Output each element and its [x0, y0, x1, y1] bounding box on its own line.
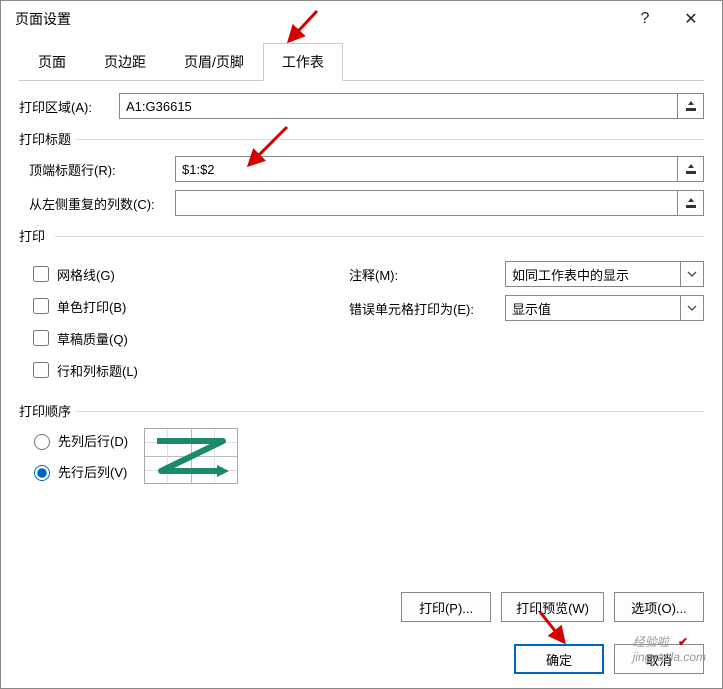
help-button[interactable]: ?	[622, 1, 668, 37]
order-down-over-radio[interactable]: 先列后行(D)	[29, 431, 128, 450]
errors-dropdown-button[interactable]	[680, 295, 704, 321]
cancel-button[interactable]: 取消	[614, 644, 704, 674]
top-rows-collapse-button[interactable]	[678, 156, 704, 182]
comments-select[interactable]: 如同工作表中的显示	[505, 261, 680, 287]
dialog-title: 页面设置	[15, 9, 71, 29]
draft-checkbox[interactable]: 草稿质量(Q)	[29, 327, 329, 349]
titlebar: 页面设置 ? ✕	[1, 1, 722, 37]
left-cols-input[interactable]	[175, 190, 678, 216]
tab-header-footer[interactable]: 页眉/页脚	[165, 43, 263, 81]
order-preview-image	[144, 428, 238, 484]
top-rows-input[interactable]	[175, 156, 678, 182]
order-over-down-radio[interactable]: 先行后列(V)	[29, 462, 128, 481]
tab-margins[interactable]: 页边距	[85, 43, 165, 81]
top-rows-label: 顶端标题行(R):	[29, 160, 175, 179]
tab-page[interactable]: 页面	[19, 43, 85, 81]
print-button[interactable]: 打印(P)...	[401, 592, 491, 622]
errors-label: 错误单元格打印为(E):	[349, 299, 505, 318]
errors-select[interactable]: 显示值	[505, 295, 680, 321]
tab-sheet[interactable]: 工作表	[263, 43, 343, 81]
print-group-label: 打印	[19, 226, 704, 245]
comments-label: 注释(M):	[349, 265, 505, 284]
print-area-label: 打印区域(A):	[19, 97, 119, 116]
collapse-dialog-icon	[684, 162, 698, 176]
ok-button[interactable]: 确定	[514, 644, 604, 674]
collapse-dialog-icon	[684, 196, 698, 210]
row-col-headings-checkbox[interactable]: 行和列标题(L)	[29, 359, 329, 381]
gridlines-checkbox[interactable]: 网格线(G)	[29, 263, 329, 285]
tab-strip: 页面 页边距 页眉/页脚 工作表	[19, 43, 704, 81]
close-button[interactable]: ✕	[668, 1, 714, 37]
print-area-input[interactable]	[119, 93, 678, 119]
chevron-down-icon	[687, 269, 697, 279]
print-titles-group-label: 打印标题	[19, 129, 704, 148]
print-area-collapse-button[interactable]	[678, 93, 704, 119]
page-setup-dialog: 页面设置 ? ✕ 页面 页边距 页眉/页脚 工作表 打印区域(A):	[0, 0, 723, 689]
chevron-down-icon	[687, 303, 697, 313]
left-cols-label: 从左侧重复的列数(C):	[29, 194, 175, 213]
black-white-checkbox[interactable]: 单色打印(B)	[29, 295, 329, 317]
collapse-dialog-icon	[684, 99, 698, 113]
print-preview-button[interactable]: 打印预览(W)	[501, 592, 604, 622]
order-group-label: 打印顺序	[19, 401, 704, 420]
comments-dropdown-button[interactable]	[680, 261, 704, 287]
left-cols-collapse-button[interactable]	[678, 190, 704, 216]
options-button[interactable]: 选项(O)...	[614, 592, 704, 622]
